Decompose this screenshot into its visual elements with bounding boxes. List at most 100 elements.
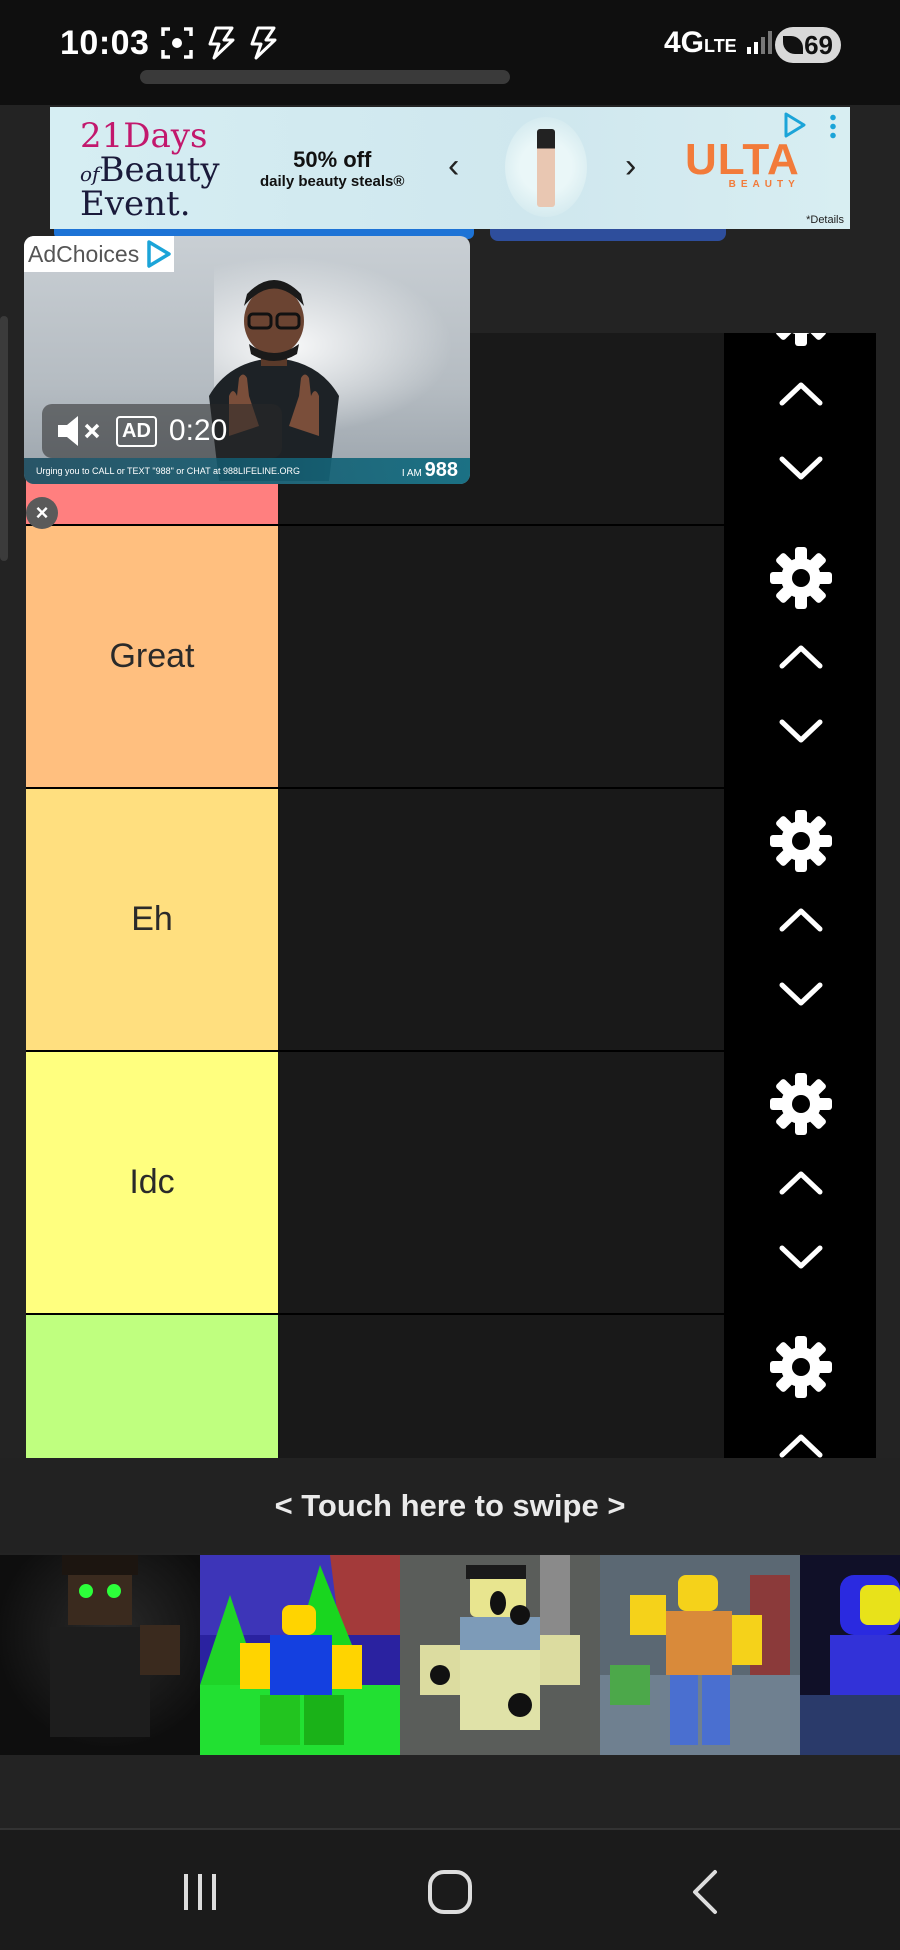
move-tier-up-button[interactable] [766,899,836,939]
tier-image-roblox-spiders[interactable] [400,1555,600,1755]
tier-image-roblox-waving[interactable] [600,1555,800,1755]
move-tier-down-button[interactable] [766,449,836,489]
ad-product-image [505,117,587,217]
ad-logo: 21Days ofBeauty Event. [80,119,220,221]
status-notification-icons [160,26,278,60]
move-tier-down-button[interactable] [766,712,836,752]
swipe-hint: < Touch here to swipe > [274,1487,626,1523]
tier-settings-button[interactable] [766,333,836,353]
tier-image-roblox-blue[interactable] [800,1555,900,1755]
chevron-up-icon [779,645,823,669]
video-controls: AD 0:20 [42,404,282,458]
tier-controls [724,526,876,789]
tier-label[interactable] [26,1315,278,1458]
tier-controls [724,333,876,526]
edge-panel-handle[interactable] [0,316,8,561]
tier-label[interactable]: Great [26,526,278,787]
chevron-up-icon [779,382,823,406]
close-ad-button[interactable]: × [26,497,58,529]
character-art [800,1575,900,1755]
home-icon [428,1870,472,1914]
bolt-icon [250,26,277,60]
ad-timer: 0:20 [168,414,228,447]
network-sub: LTE [704,36,737,56]
tier-drop-zone[interactable] [280,789,724,1050]
ad-offer-percent: 50% off [293,147,372,172]
ad-offer-sub: daily beauty steals® [260,173,405,190]
ad-offer: 50% off daily beauty steals® [260,147,404,190]
ad-prev-arrow[interactable]: ‹ [448,147,459,186]
chevron-down-icon [779,982,823,1006]
tier-settings-button[interactable] [766,803,836,879]
recent-apps-icon [184,1874,216,1910]
move-tier-up-button[interactable] [766,1162,836,1202]
mute-icon[interactable] [54,412,104,450]
image-pool [0,1555,900,1755]
tier-label[interactable]: Idc [26,1052,278,1313]
ad-details[interactable]: *Details [806,214,844,226]
swipe-area[interactable]: < Touch here to swipe > [0,1458,900,1553]
tier-drop-zone[interactable] [280,1052,724,1313]
adchoices-icon[interactable] [780,111,808,139]
chevron-up-icon [779,908,823,932]
tier-row: Eh [26,789,876,1052]
adchoices-label: AdChoices [28,240,140,267]
ad-brand-logo: ULTA BEAUTY [685,135,800,190]
move-tier-down-button[interactable] [766,975,836,1015]
ad-menu-icon[interactable] [830,113,836,139]
power-saving-icon [783,36,803,54]
home-button[interactable] [410,1862,490,1922]
screen: 10:03 4GLTE 69 21Days ofBeauty Event. 50… [0,0,900,1950]
ad-next-arrow[interactable]: › [625,147,636,186]
tier-drop-zone[interactable] [280,1315,724,1458]
tier-controls [724,789,876,1052]
character-art [600,1555,800,1755]
banner-ad[interactable]: 21Days ofBeauty Event. 50% off daily bea… [50,107,850,229]
ad-logo-days: 21Days [80,116,208,156]
ad-footer-text: Urging you to CALL or TEXT "988" or CHAT… [36,466,301,476]
tier-label-text: Great [109,637,195,675]
status-bar: 10:03 4GLTE 69 [0,0,900,105]
back-button[interactable] [665,1862,745,1922]
video-ad[interactable]: AdChoices AD 0:20 Urging you to CALL or … [24,236,470,484]
gear-icon [770,1073,832,1135]
ad-tag-prefix: I AM [401,468,422,479]
close-icon: × [35,500,49,525]
chevron-down-icon [779,719,823,743]
tier-image-roblox-green-eyes[interactable] [0,1555,200,1755]
tier-row: Great [26,526,876,789]
signal-icon [747,31,773,54]
tier-drop-zone[interactable] [280,526,724,787]
content-footer [0,1755,900,1828]
gear-icon [776,333,826,346]
move-tier-up-button[interactable] [766,373,836,413]
tier-settings-button[interactable] [766,1066,836,1142]
ad-tag-number: 988 [424,459,458,481]
bolt-icon [208,26,235,60]
ad-logo-event: Event. [80,184,191,224]
adchoices-icon [147,240,171,268]
character-art [400,1555,600,1755]
move-tier-up-button[interactable] [766,636,836,676]
foundation-bottle [537,129,555,207]
tier-image-roblox-noob-trees[interactable] [200,1555,400,1755]
screenshot-icon [161,27,193,59]
recent-apps-button[interactable] [160,1862,240,1922]
tier-label-text: Idc [129,1163,175,1201]
gear-icon [770,1336,832,1398]
chevron-down-icon [779,1245,823,1269]
ad-label: AD [116,415,157,447]
character-art [50,1555,180,1737]
move-tier-up-button[interactable] [766,1425,836,1458]
tab-button[interactable] [490,229,726,241]
adchoices-badge[interactable]: AdChoices [24,236,174,272]
tier-settings-button[interactable] [766,540,836,616]
battery-level: 69 [804,29,833,60]
gear-icon [770,547,832,609]
status-time: 10:03 [60,24,150,62]
tier-row [26,1315,876,1458]
tier-label[interactable]: Eh [26,789,278,1050]
move-tier-down-button[interactable] [766,1238,836,1278]
tier-settings-button[interactable] [766,1329,836,1405]
character-art [200,1555,400,1755]
